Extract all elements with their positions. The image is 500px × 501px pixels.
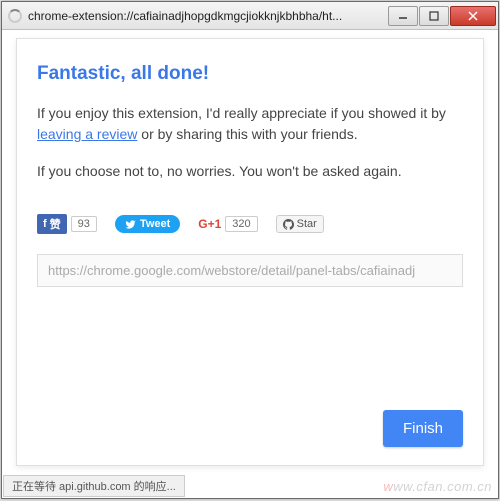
loading-spinner-icon [8, 9, 22, 23]
facebook-count: 93 [71, 216, 97, 232]
github-star-button[interactable]: Star [276, 215, 324, 233]
share-url-input[interactable] [37, 254, 463, 287]
facebook-like-button[interactable]: f 赞 [37, 214, 67, 234]
tweet-button[interactable]: Tweet [115, 215, 180, 233]
close-button[interactable] [450, 6, 496, 26]
watermark: www.cfan.com.cn [383, 479, 492, 494]
github-share[interactable]: Star [276, 215, 324, 233]
share-bar: f 赞 93 Tweet G+1 320 Star [37, 210, 463, 238]
dialog-card: Fantastic, all done! If you enjoy this e… [16, 38, 484, 466]
window-title: chrome-extension://cafiainadjhopgdkmgcji… [28, 9, 387, 23]
tweet-label: Tweet [140, 218, 170, 230]
intro-text-a: If you enjoy this extension, I'd really … [37, 105, 446, 121]
twitter-share[interactable]: Tweet [115, 215, 180, 233]
maximize-icon [429, 11, 439, 21]
maximize-button[interactable] [419, 6, 449, 26]
close-icon [468, 11, 478, 21]
github-icon [283, 219, 294, 230]
titlebar: chrome-extension://cafiainadjhopgdkmgcji… [2, 2, 498, 30]
finish-button[interactable]: Finish [383, 410, 463, 447]
watermark-text: ww.cfan.com.cn [393, 479, 492, 494]
facebook-icon: f [43, 218, 47, 230]
minimize-icon [398, 11, 408, 21]
facebook-share[interactable]: f 赞 93 [37, 214, 97, 234]
browser-popup-window: chrome-extension://cafiainadjhopgdkmgcji… [1, 1, 499, 499]
optout-paragraph: If you choose not to, no worries. You wo… [37, 161, 463, 182]
google-plus-share[interactable]: G+1 320 [198, 216, 257, 232]
facebook-label: 赞 [50, 216, 61, 232]
window-controls [387, 6, 496, 26]
github-star-label: Star [297, 218, 317, 230]
status-bar: 正在等待 api.github.com 的响应... [3, 475, 185, 497]
intro-text-b: or by sharing this with your friends. [137, 126, 357, 142]
google-plus-count: 320 [225, 216, 257, 232]
minimize-button[interactable] [388, 6, 418, 26]
twitter-icon [125, 219, 136, 230]
heading: Fantastic, all done! [37, 63, 463, 85]
intro-paragraph: If you enjoy this extension, I'd really … [37, 103, 463, 145]
leave-review-link[interactable]: leaving a review [37, 126, 137, 142]
google-plus-one-button[interactable]: G+1 [198, 217, 221, 231]
